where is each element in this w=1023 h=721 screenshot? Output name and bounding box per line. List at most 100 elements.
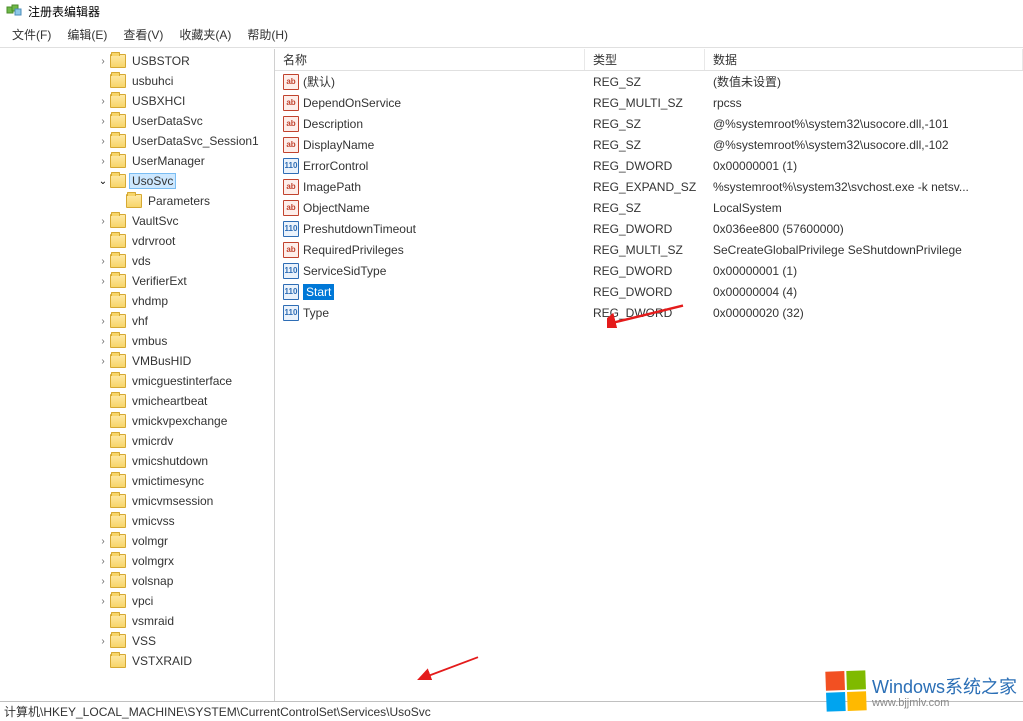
chevron-right-icon[interactable]: › — [96, 336, 110, 347]
value-row[interactable]: abDisplayNameREG_SZ@%systemroot%\system3… — [275, 134, 1023, 155]
tree-item[interactable]: ›vhf — [0, 311, 274, 331]
tree-item[interactable]: Parameters — [0, 191, 274, 211]
tree-item[interactable]: vdrvroot — [0, 231, 274, 251]
tree-item[interactable]: vmicvss — [0, 511, 274, 531]
value-data: (数值未设置) — [705, 73, 1023, 90]
binary-value-icon: 110 — [283, 305, 299, 321]
value-row[interactable]: ab(默认)REG_SZ(数值未设置) — [275, 71, 1023, 92]
value-data: 0x00000020 (32) — [705, 306, 1023, 320]
list-pane[interactable]: 名称 类型 数据 ab(默认)REG_SZ(数值未设置)abDependOnSe… — [275, 49, 1023, 701]
column-header-data[interactable]: 数据 — [705, 49, 1023, 70]
tree-item[interactable]: ›VaultSvc — [0, 211, 274, 231]
menu-edit[interactable]: 编辑(E) — [61, 24, 113, 45]
tree-item[interactable]: ›UserDataSvc — [0, 111, 274, 131]
tree-item[interactable]: vmicguestinterface — [0, 371, 274, 391]
tree-item-label: Parameters — [146, 194, 212, 208]
tree-item[interactable]: usbuhci — [0, 71, 274, 91]
value-row[interactable]: abDescriptionREG_SZ@%systemroot%\system3… — [275, 113, 1023, 134]
value-row[interactable]: abDependOnServiceREG_MULTI_SZrpcss — [275, 92, 1023, 113]
tree-item[interactable]: vhdmp — [0, 291, 274, 311]
folder-icon — [110, 514, 126, 528]
value-type: REG_SZ — [585, 201, 705, 215]
tree-item[interactable]: ›UserManager — [0, 151, 274, 171]
folder-icon — [110, 574, 126, 588]
folder-icon — [110, 114, 126, 128]
list-header: 名称 类型 数据 — [275, 49, 1023, 71]
chevron-right-icon[interactable]: › — [96, 576, 110, 587]
value-name: Type — [303, 306, 329, 320]
tree-item-label: VSTXRAID — [130, 654, 194, 668]
tree-item-label: VSS — [130, 634, 158, 648]
tree-item[interactable]: VSTXRAID — [0, 651, 274, 671]
folder-icon — [110, 334, 126, 348]
folder-icon — [110, 54, 126, 68]
tree-item[interactable]: vmickvpexchange — [0, 411, 274, 431]
menu-file[interactable]: 文件(F) — [6, 24, 57, 45]
chevron-right-icon[interactable]: › — [96, 276, 110, 287]
chevron-right-icon[interactable]: › — [96, 556, 110, 567]
tree-item-label: vmicshutdown — [130, 454, 210, 468]
chevron-down-icon[interactable]: ⌄ — [96, 176, 110, 187]
tree-item[interactable]: vmicheartbeat — [0, 391, 274, 411]
tree-item[interactable]: vmictimesync — [0, 471, 274, 491]
binary-value-icon: 110 — [283, 263, 299, 279]
value-row[interactable]: abRequiredPrivilegesREG_MULTI_SZSeCreate… — [275, 239, 1023, 260]
value-data: 0x00000001 (1) — [705, 264, 1023, 278]
tree-item[interactable]: ›vds — [0, 251, 274, 271]
chevron-right-icon[interactable]: › — [96, 56, 110, 67]
chevron-right-icon[interactable]: › — [96, 136, 110, 147]
value-data: 0x036ee800 (57600000) — [705, 222, 1023, 236]
menu-favorites[interactable]: 收藏夹(A) — [173, 24, 237, 45]
chevron-right-icon[interactable]: › — [96, 596, 110, 607]
tree-item[interactable]: › VSS — [0, 631, 274, 651]
binary-value-icon: 110 — [283, 158, 299, 174]
value-row[interactable]: 110TypeREG_DWORD0x00000020 (32) — [275, 302, 1023, 323]
chevron-right-icon[interactable]: › — [96, 356, 110, 367]
chevron-right-icon[interactable]: › — [96, 256, 110, 267]
chevron-right-icon[interactable]: › — [96, 316, 110, 327]
tree-item[interactable]: ›USBSTOR — [0, 51, 274, 71]
column-header-name[interactable]: 名称 — [275, 49, 585, 70]
tree-item[interactable]: ›volmgr — [0, 531, 274, 551]
chevron-right-icon[interactable]: › — [96, 116, 110, 127]
chevron-right-icon[interactable]: › — [96, 536, 110, 547]
value-name: Description — [303, 117, 363, 131]
tree-item-label: vhdmp — [130, 294, 170, 308]
tree-item[interactable]: › volsnap — [0, 571, 274, 591]
menu-view[interactable]: 查看(V) — [117, 24, 169, 45]
tree-item[interactable]: ⌄UsoSvc — [0, 171, 274, 191]
tree-item-label: volsnap — [130, 574, 175, 588]
value-row[interactable]: 110ErrorControlREG_DWORD0x00000001 (1) — [275, 155, 1023, 176]
chevron-right-icon[interactable]: › — [96, 96, 110, 107]
tree-item[interactable]: ›vmbus — [0, 331, 274, 351]
tree-item[interactable]: vmicvmsession — [0, 491, 274, 511]
tree-item[interactable]: vmicshutdown — [0, 451, 274, 471]
value-type: REG_EXPAND_SZ — [585, 180, 705, 194]
folder-icon — [110, 454, 126, 468]
tree-item[interactable]: ›VMBusHID — [0, 351, 274, 371]
chevron-right-icon[interactable]: › — [96, 636, 110, 647]
tree-item[interactable]: › USBXHCI — [0, 91, 274, 111]
menu-help[interactable]: 帮助(H) — [241, 24, 294, 45]
folder-icon — [110, 534, 126, 548]
value-row[interactable]: 110ServiceSidTypeREG_DWORD0x00000001 (1) — [275, 260, 1023, 281]
tree-item[interactable]: vmicrdv — [0, 431, 274, 451]
value-row[interactable]: abImagePathREG_EXPAND_SZ%systemroot%\sys… — [275, 176, 1023, 197]
tree-item[interactable]: ›VerifierExt — [0, 271, 274, 291]
chevron-right-icon[interactable]: › — [96, 216, 110, 227]
value-row[interactable]: abObjectNameREG_SZLocalSystem — [275, 197, 1023, 218]
folder-icon — [110, 394, 126, 408]
tree-item[interactable]: vsmraid — [0, 611, 274, 631]
registry-tree: ›USBSTORusbuhci›USBXHCI›UserDataSvc›User… — [0, 49, 274, 673]
column-header-type[interactable]: 类型 — [585, 49, 705, 70]
value-row[interactable]: 110PreshutdownTimeoutREG_DWORD0x036ee800… — [275, 218, 1023, 239]
tree-item[interactable]: ›vpci — [0, 591, 274, 611]
folder-icon — [110, 554, 126, 568]
value-name: (默认) — [303, 73, 335, 90]
value-row[interactable]: 110StartREG_DWORD0x00000004 (4) — [275, 281, 1023, 302]
tree-item-label: USBXHCI — [130, 94, 187, 108]
tree-item[interactable]: ›UserDataSvc_Session1 — [0, 131, 274, 151]
chevron-right-icon[interactable]: › — [96, 156, 110, 167]
tree-pane[interactable]: ›USBSTORusbuhci›USBXHCI›UserDataSvc›User… — [0, 49, 275, 701]
tree-item[interactable]: ›volmgrx — [0, 551, 274, 571]
